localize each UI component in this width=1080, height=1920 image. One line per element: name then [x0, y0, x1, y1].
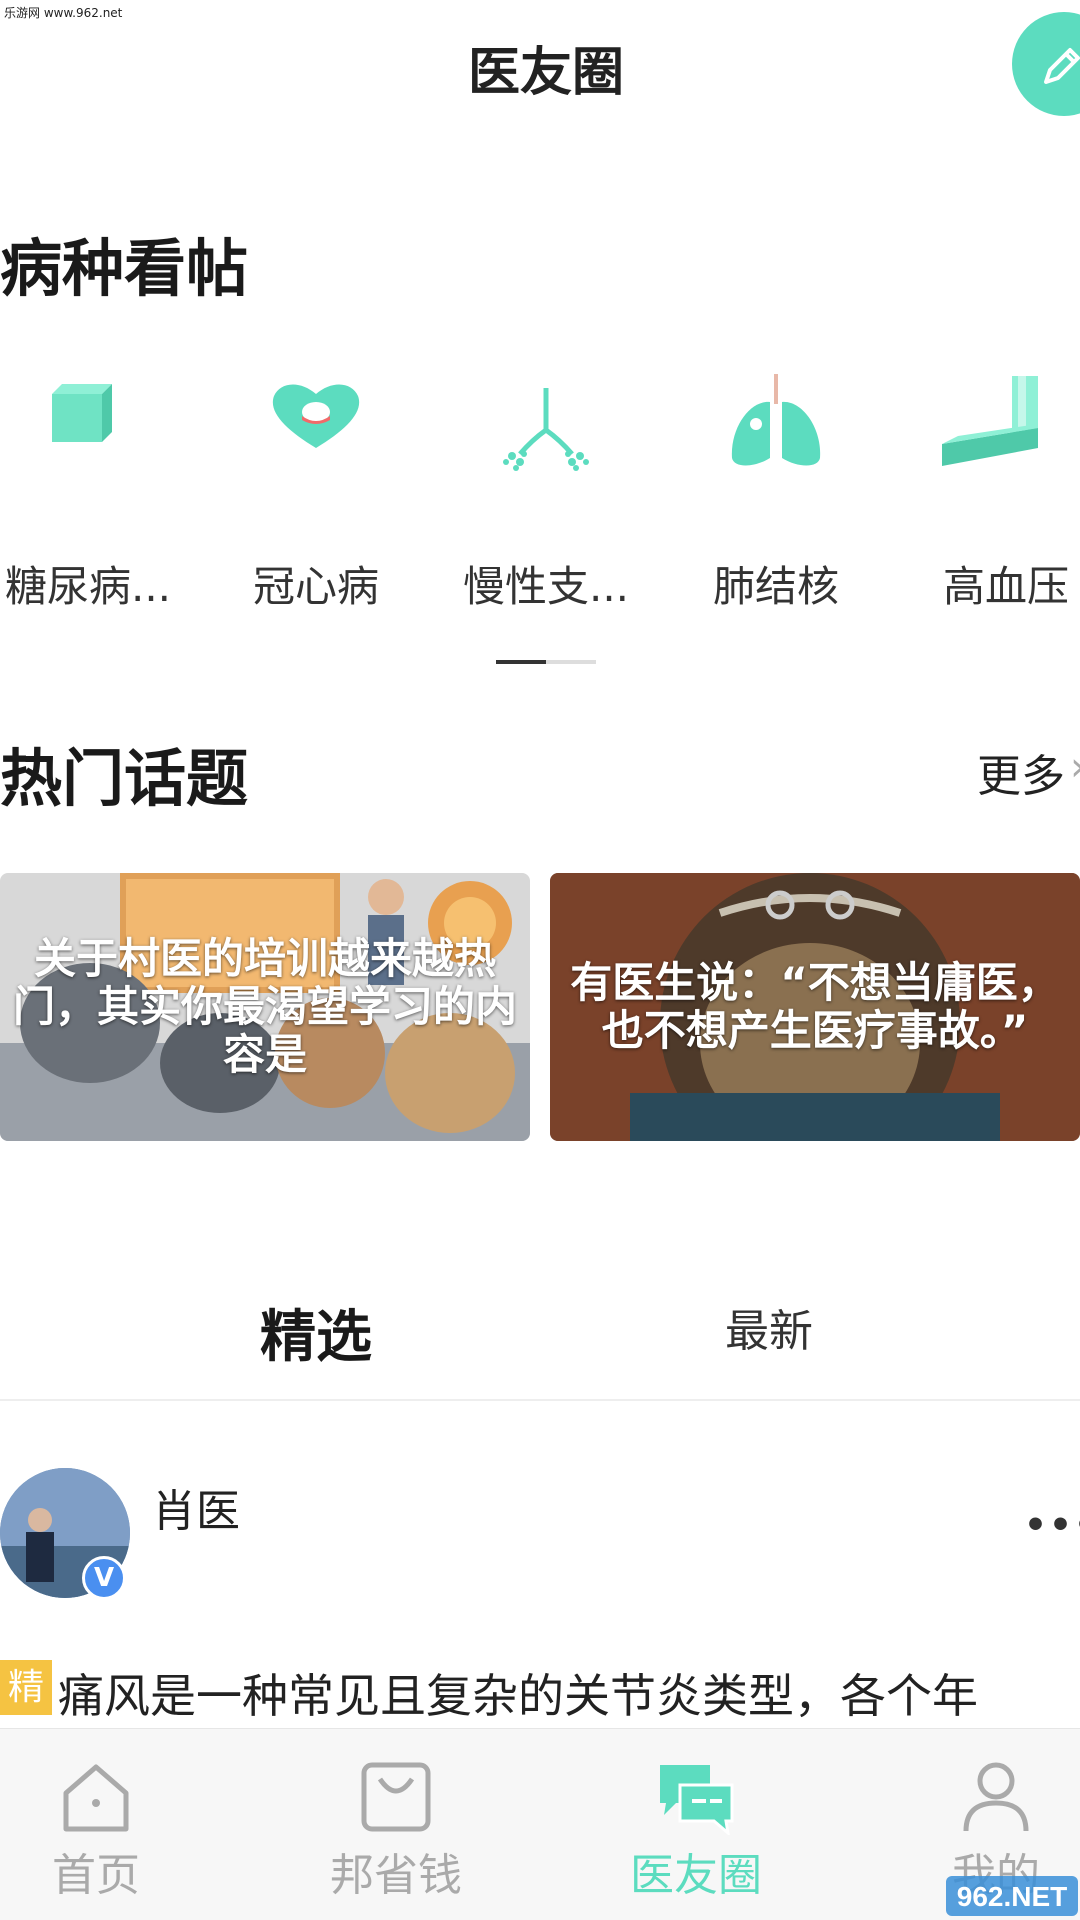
disease-item-bronchitis[interactable]: 慢性支... — [446, 370, 646, 611]
disease-item-label: 肺结核 — [712, 562, 839, 611]
nav-label: 医友圈 — [630, 1850, 762, 1901]
featured-tag: 精 — [0, 1660, 52, 1715]
home-icon — [63, 1764, 129, 1832]
page-title: 医友圈 — [467, 43, 624, 103]
disease-item-label: 糖尿病... — [4, 562, 172, 611]
tab-featured[interactable]: 精选 — [260, 1292, 372, 1373]
verified-badge-icon: V — [82, 1556, 126, 1600]
disease-item-coronary[interactable]: 冠心病 — [216, 370, 416, 611]
corner-logo: 962.NET — [946, 1876, 1078, 1916]
cube-icon — [52, 384, 112, 442]
disease-item-label: 冠心病 — [252, 562, 379, 611]
topic-card-title: 有医生说：“不想当庸医，也不想产生医疗事故。” — [570, 958, 1060, 1055]
nav-label: 邦省钱 — [330, 1850, 462, 1901]
chevron-right-icon: › — [1070, 744, 1080, 790]
post-text[interactable]: 痛风是一种常见且复杂的关节炎类型，各个年 — [58, 1660, 978, 1726]
more-options-icon[interactable]: ••• — [1024, 1505, 1080, 1546]
pencil-icon — [1044, 48, 1080, 84]
user-icon — [963, 1762, 1029, 1832]
disease-section-title: 病种看帖 — [0, 232, 249, 305]
heart-icon — [272, 384, 360, 448]
nav-item-save-money[interactable]: 邦省钱 — [296, 1729, 496, 1920]
topic-card[interactable]: 关于村医的培训越来越热门，其实你最渴望学习的内容是 — [0, 873, 530, 1141]
disease-item-hypertension[interactable]: 高血压 — [906, 370, 1080, 611]
nav-item-home[interactable]: 首页 — [0, 1729, 196, 1920]
bar-shape-icon — [942, 376, 1038, 466]
tab-latest[interactable]: 最新 — [725, 1295, 813, 1359]
nav-item-doctor-circle[interactable]: 医友圈 — [596, 1729, 796, 1920]
shopping-bag-icon — [361, 1762, 431, 1832]
post-author[interactable]: 肖医 — [152, 1475, 240, 1539]
topics-section-title: 热门话题 — [0, 742, 249, 815]
nav-label: 首页 — [52, 1850, 140, 1901]
more-topics-link[interactable]: 更多 — [977, 740, 1065, 804]
page-indicator-active — [496, 660, 546, 664]
svg-text:962.NET: 962.NET — [957, 1881, 1068, 1912]
watermark-text: 乐游网 www.962.net — [4, 6, 123, 20]
chat-bubbles-icon — [660, 1765, 734, 1835]
topic-card-title: 关于村医的培训越来越热门，其实你最渴望学习的内容是 — [12, 934, 517, 1079]
tab-divider — [0, 1399, 1080, 1401]
disease-item-diabetes[interactable]: 糖尿病... — [0, 370, 188, 611]
topic-card[interactable]: 有医生说：“不想当庸医，也不想产生医疗事故。” — [550, 873, 1080, 1141]
bottom-nav: 首页 邦省钱 医友圈 我的 — [0, 1728, 1080, 1920]
disease-item-tuberculosis[interactable]: 肺结核 — [676, 370, 876, 611]
disease-item-label: 高血压 — [942, 562, 1069, 611]
lungs-icon — [731, 374, 821, 466]
page-indicator-inactive — [546, 660, 596, 664]
disease-item-label: 慢性支... — [462, 562, 630, 611]
bronchi-icon — [503, 388, 589, 471]
